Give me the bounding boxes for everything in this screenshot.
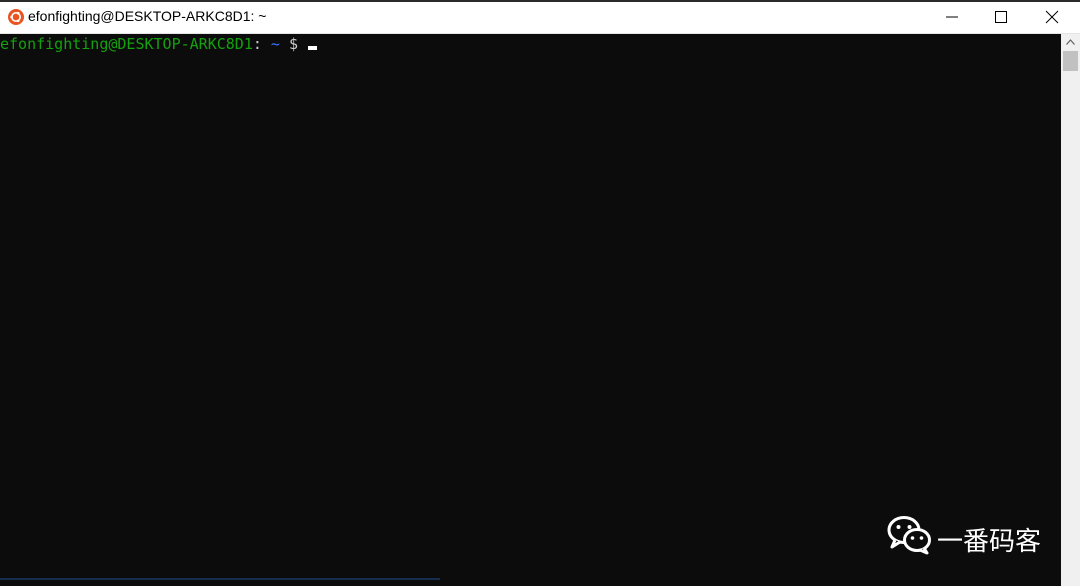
wechat-icon — [887, 516, 931, 555]
close-button[interactable] — [1028, 0, 1076, 34]
ubuntu-icon[interactable] — [8, 9, 24, 25]
prompt-dollar: $ — [279, 35, 308, 53]
chevron-up-icon — [1066, 39, 1075, 45]
maximize-icon — [995, 11, 1007, 23]
close-icon — [1045, 10, 1059, 24]
title-bar[interactable]: efonfighting@DESKTOP-ARKC8D1: ~ — [0, 0, 1080, 34]
bottom-residual-line — [0, 578, 440, 586]
scrollbar-thumb[interactable] — [1063, 51, 1078, 71]
title-bar-top-strip — [0, 0, 1080, 2]
terminal-window: efonfighting@DESKTOP-ARKC8D1: ~ efonfigh… — [0, 0, 1080, 586]
watermark: 一番码客 — [887, 515, 1057, 559]
prompt-path: ~ — [261, 35, 280, 53]
watermark-text: 一番码客 — [937, 527, 1042, 557]
prompt-line: efonfighting@DESKTOP-ARKC8D1: ~ $ — [0, 35, 318, 53]
window-title: efonfighting@DESKTOP-ARKC8D1: ~ — [28, 8, 267, 24]
minimize-icon — [946, 16, 958, 18]
prompt-colon: : — [252, 35, 262, 53]
minimize-button[interactable] — [928, 0, 976, 34]
maximize-button[interactable] — [977, 0, 1025, 34]
scroll-up-button[interactable] — [1061, 34, 1080, 51]
text-cursor — [308, 46, 318, 50]
terminal-output[interactable]: efonfighting@DESKTOP-ARKC8D1: ~ $ — [0, 34, 1061, 586]
prompt-user-host: efonfighting@DESKTOP-ARKC8D1 — [0, 35, 253, 53]
vertical-scrollbar[interactable] — [1061, 34, 1080, 586]
